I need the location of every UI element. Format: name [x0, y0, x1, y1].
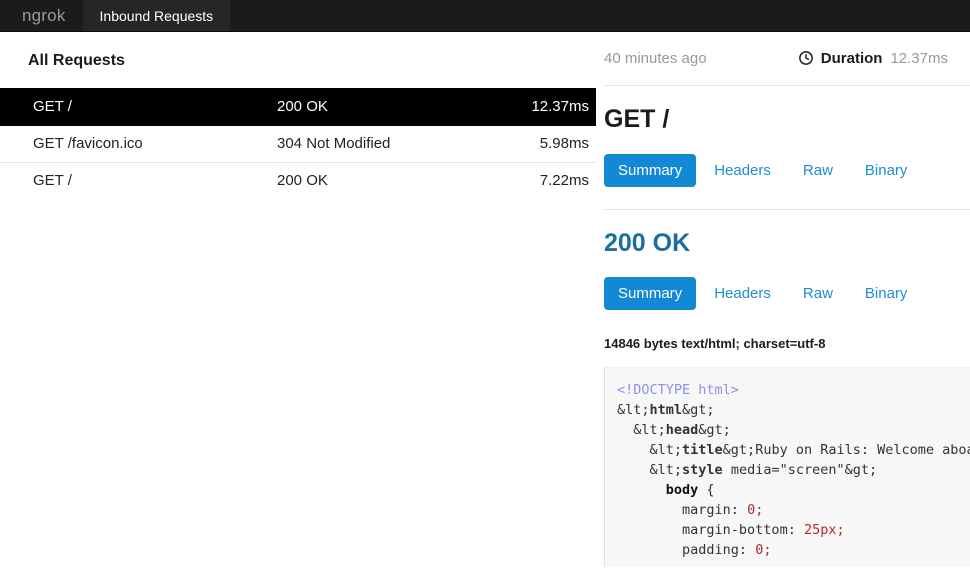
request-path: GET /	[0, 88, 276, 126]
tab-request-headers[interactable]: Headers	[700, 154, 785, 187]
response-tabs: Summary Headers Raw Binary	[604, 277, 970, 310]
tab-response-summary[interactable]: Summary	[604, 277, 697, 310]
top-navigation-bar: ngrok Inbound Requests	[0, 0, 970, 31]
tab-response-binary[interactable]: Binary	[851, 277, 922, 310]
tab-response-headers[interactable]: Headers	[700, 277, 785, 310]
tab-request-raw[interactable]: Raw	[789, 154, 847, 187]
response-title: 200 OK	[604, 228, 691, 257]
ngrok-logo[interactable]: ngrok	[0, 0, 83, 31]
request-detail-pane: 40 minutes ago Duration 12.37ms GET / Su…	[596, 31, 970, 580]
table-row[interactable]: GET / 200 OK 7.22ms	[0, 162, 596, 199]
tab-inbound-requests[interactable]: Inbound Requests	[82, 0, 231, 31]
request-tabs: Summary Headers Raw Binary	[604, 153, 970, 187]
detail-meta-row: 40 minutes ago Duration 12.37ms	[604, 31, 970, 86]
requests-table: GET / 200 OK 12.37ms GET /favicon.ico 30…	[0, 88, 596, 200]
duration-group: Duration 12.37ms	[798, 49, 970, 67]
tab-request-summary[interactable]: Summary	[604, 153, 697, 187]
response-body-panel[interactable]: <!DOCTYPE html> &lt;html&gt; &lt;head&gt…	[604, 367, 970, 567]
duration-label: Duration	[820, 49, 883, 67]
response-size-line: 14846 bytes text/html; charset=utf-8	[604, 336, 826, 351]
response-body-code: <!DOCTYPE html> &lt;html&gt; &lt;head&gt…	[617, 382, 970, 558]
request-title: GET /	[604, 105, 670, 133]
duration-value: 12.37ms	[890, 49, 948, 67]
request-path: GET /	[33, 172, 72, 189]
tab-request-binary[interactable]: Binary	[851, 154, 922, 187]
request-status: 200 OK	[276, 88, 478, 126]
request-section: GET / Summary Headers Raw Binary	[604, 86, 970, 187]
clock-icon	[798, 51, 813, 65]
page-title: All Requests	[28, 52, 125, 69]
request-status: 200 OK	[277, 172, 328, 189]
request-duration: 12.37ms	[478, 88, 596, 126]
table-row[interactable]: GET / 200 OK 12.37ms	[0, 88, 596, 126]
request-path: GET /favicon.ico	[0, 125, 276, 163]
table-row[interactable]: GET /favicon.ico 304 Not Modified 5.98ms	[0, 125, 596, 163]
requests-pane: All Requests GET / 200 OK 12.37ms GET /f…	[0, 31, 596, 200]
request-duration: 7.22ms	[539, 172, 589, 189]
requests-table-body: GET / 200 OK 12.37ms GET /favicon.ico 30…	[0, 88, 596, 199]
request-duration: 5.98ms	[478, 125, 596, 163]
main-layout: All Requests GET / 200 OK 12.37ms GET /f…	[0, 31, 970, 580]
tab-response-raw[interactable]: Raw	[789, 277, 847, 310]
request-timestamp: 40 minutes ago	[604, 49, 707, 67]
request-status: 304 Not Modified	[276, 125, 478, 163]
response-section: 200 OK Summary Headers Raw Binary 14846 …	[604, 208, 970, 567]
